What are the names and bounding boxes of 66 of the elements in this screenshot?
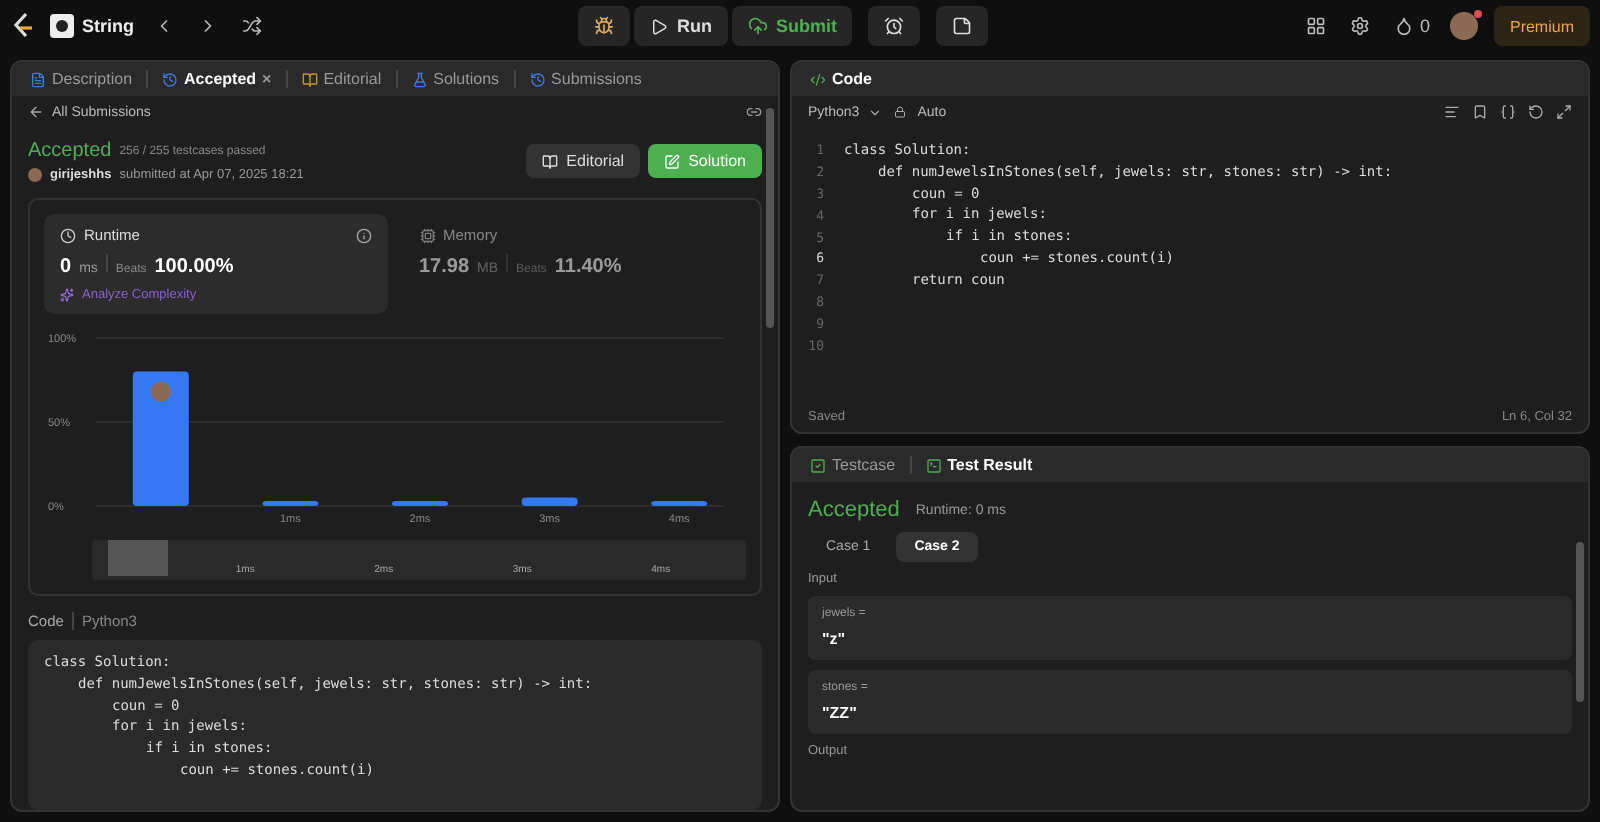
info-icon[interactable] [355,227,371,243]
avatar-icon [150,381,171,402]
panel-tab[interactable]: Submissions [523,70,648,88]
notification-dot [1473,10,1482,18]
chart-bar[interactable] [521,497,578,506]
braces-icon[interactable] [1500,104,1516,120]
format-icon[interactable] [1444,104,1460,120]
avatar-icon[interactable] [1449,12,1478,40]
chevron-down-icon[interactable] [867,105,882,119]
premium-button[interactable]: Premium [1493,6,1590,46]
book-icon [301,71,318,87]
settings-icon [1349,16,1370,36]
reset-icon[interactable] [1528,104,1544,120]
book-icon [542,153,559,169]
chart-bar[interactable] [392,500,448,506]
history-icon [529,71,546,87]
chip-icon [419,227,435,243]
link-icon[interactable] [746,104,762,120]
panel-tab[interactable]: Accepted × [156,70,278,88]
problem-list-title[interactable]: String [82,16,134,36]
chart-bar[interactable] [262,500,319,506]
run-button[interactable]: Run [634,6,728,46]
shuffle-icon [242,16,262,36]
history-icon [162,71,179,87]
submit-button[interactable]: Submit [731,6,853,46]
bookmark-icon[interactable] [1472,104,1488,120]
flask-icon [411,71,428,87]
alarm-clock-icon [884,16,905,36]
logo-icon[interactable] [10,12,34,40]
panel-tab[interactable]: Solutions [405,70,506,88]
edit-icon [664,153,681,169]
chart-bar[interactable] [651,500,708,506]
streak-button[interactable]: 0 [1389,12,1434,40]
expand-icon[interactable] [1556,104,1572,120]
play-icon [650,17,669,35]
sparkle-icon [60,288,74,302]
code-icon [810,71,826,87]
grid-icon [1305,16,1326,36]
shuffle-button[interactable] [238,12,266,40]
panel-tab[interactable]: Code [804,70,878,88]
checkbox-icon [810,457,826,473]
status-text: Accepted [28,140,112,162]
timer-button[interactable] [868,6,921,46]
clock-icon [60,227,76,243]
drop-icon [1393,16,1414,36]
result-status: Accepted [808,498,900,522]
panel-tab[interactable]: Editorial [295,70,388,88]
editorial-button[interactable]: Editorial [526,144,641,178]
panel-tab[interactable]: Testcase [804,456,902,474]
panel-tab[interactable]: Description [24,70,139,88]
note-icon [952,16,973,36]
document-icon [30,71,46,87]
problem-list-icon[interactable] [50,14,74,38]
cloud-upload-icon [747,16,768,36]
avatar-icon [28,168,42,182]
terminal-icon [925,457,942,473]
lock-icon [893,106,906,118]
back-arrow-icon[interactable] [28,104,44,120]
bug-icon [594,16,615,36]
debug-button[interactable] [578,6,631,46]
scrollbar[interactable] [1576,542,1584,702]
note-button[interactable] [936,6,989,46]
panel-tab[interactable]: Test Result [919,456,1039,474]
scrollbar[interactable] [766,108,774,328]
range-handle[interactable] [108,540,168,576]
close-icon[interactable]: × [262,70,272,88]
